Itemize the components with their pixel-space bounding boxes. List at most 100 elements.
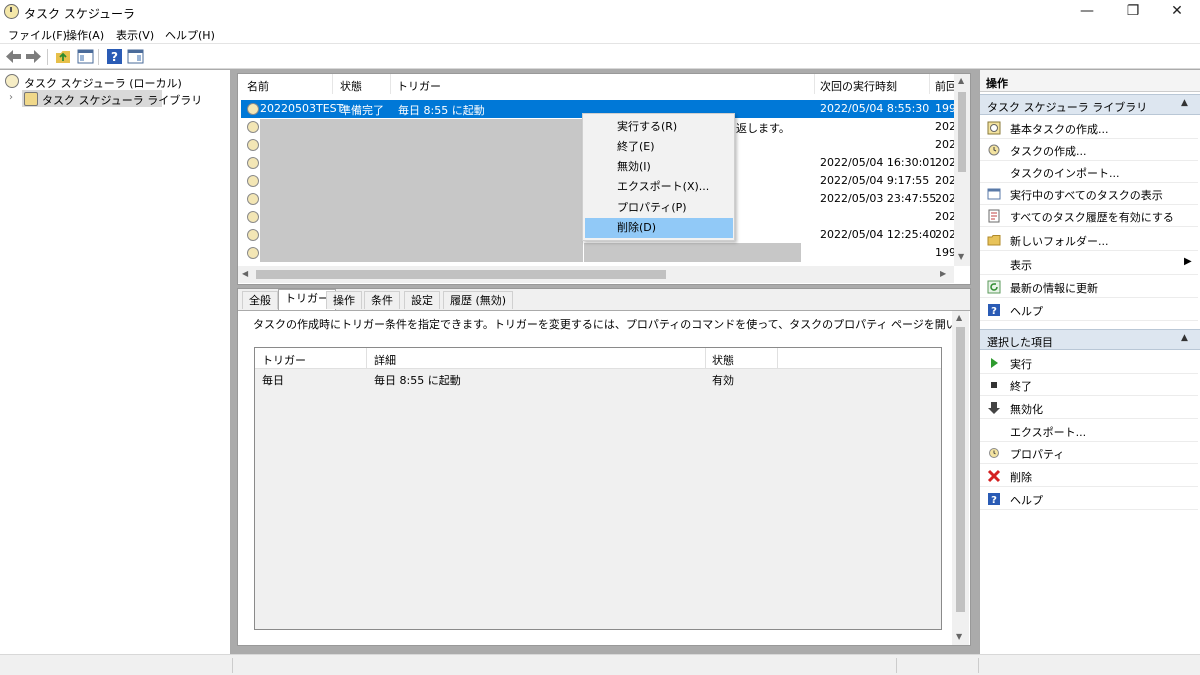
trigger-table: トリガー 詳細 状態 毎日 毎日 8:55 に起動 有効 (254, 347, 942, 630)
trigger-column-header[interactable]: トリガー (262, 352, 306, 368)
menu-file[interactable]: ファイル(F) (8, 27, 67, 43)
action-new-folder[interactable]: 新しいフォルダー... (980, 229, 1198, 251)
actions-section-library[interactable]: タスク スケジューラ ライブラリ ▲ (980, 94, 1200, 115)
action-label: 最新の情報に更新 (1010, 282, 1098, 295)
task-trigger-fragment: 返します。 (736, 122, 790, 135)
action-properties[interactable]: プロパティ (980, 442, 1198, 464)
trigger-status: 有効 (712, 374, 734, 387)
scrollbar-thumb[interactable] (958, 92, 966, 172)
window-title: タスク スケジューラ (24, 7, 135, 21)
clock-icon (247, 121, 259, 133)
redacted-area (584, 243, 801, 262)
task-status: 準備完了 (340, 104, 384, 117)
minimize-button[interactable]: — (1064, 0, 1110, 24)
context-delete[interactable]: 削除(D) (585, 218, 733, 238)
tab-conditions[interactable]: 条件 (364, 291, 400, 309)
context-export[interactable]: エクスポート(X)... (585, 177, 733, 197)
collapse-icon[interactable]: ▲ (1181, 333, 1188, 343)
task-next-run: 2022/05/04 9:17:55 (820, 174, 930, 187)
new-folder-icon (987, 235, 1001, 246)
scroll-up-icon[interactable]: ▲ (956, 313, 962, 322)
help-icon: ? (988, 304, 1000, 317)
scroll-left-icon[interactable]: ◀ (242, 269, 248, 278)
task-trigger: 毎日 8:55 に起動 (398, 104, 485, 117)
action-end[interactable]: 終了 (980, 374, 1198, 396)
properties-clock-icon (989, 448, 999, 458)
stop-icon (991, 382, 997, 388)
column-header-trigger[interactable]: トリガー (397, 78, 441, 94)
collapse-icon[interactable]: ▲ (1181, 98, 1188, 108)
basic-task-icon (987, 121, 1001, 135)
action-import-task[interactable]: タスクのインポート... (980, 161, 1198, 183)
list-horizontal-scrollbar[interactable]: ◀ ▶ (238, 266, 954, 283)
context-disable[interactable]: 無効(I) (585, 157, 733, 177)
clock-icon (247, 247, 259, 259)
list-vertical-scrollbar[interactable]: ▲ ▼ (954, 74, 970, 266)
help-icon[interactable]: ? (106, 48, 123, 65)
action-refresh[interactable]: 最新の情報に更新 (980, 276, 1198, 298)
action-create-basic-task[interactable]: 基本タスクの作成... (980, 117, 1198, 139)
tab-settings[interactable]: 設定 (404, 291, 440, 309)
action-disable[interactable]: 無効化 (980, 397, 1198, 419)
task-detail-pane: 全般 トリガー 操作 条件 設定 履歴 (無効) タスクの作成時にトリガー条件を… (237, 288, 971, 646)
clock-icon (247, 157, 259, 169)
detail-column-header[interactable]: 詳細 (374, 352, 396, 368)
context-properties[interactable]: プロパティ(P) (585, 198, 733, 218)
task-next-run: 2022/05/03 23:47:55 (820, 192, 937, 205)
status-column-header[interactable]: 状態 (712, 352, 734, 368)
create-task-icon (988, 144, 1000, 156)
tree-root-label[interactable]: タスク スケジューラ (ローカル) (24, 75, 182, 91)
action-label: 基本タスクの作成... (1010, 123, 1109, 136)
menu-action[interactable]: 操作(A) (66, 27, 104, 43)
action-enable-task-history[interactable]: すべてのタスク履歴を有効にする (980, 205, 1198, 227)
tab-actions[interactable]: 操作 (326, 291, 362, 309)
show-hide-action-pane-icon[interactable] (127, 48, 144, 65)
action-label: 実行 (1010, 358, 1032, 371)
expand-chevron-icon[interactable]: › (9, 92, 13, 103)
scrollbar-thumb[interactable] (956, 327, 965, 612)
refresh-icon (987, 280, 1001, 294)
action-view[interactable]: 表示 ▶ (980, 253, 1198, 275)
tab-general[interactable]: 全般 (242, 291, 278, 309)
column-header-name[interactable]: 名前 (247, 78, 269, 94)
column-header-status[interactable]: 状態 (340, 78, 362, 94)
action-help-selected[interactable]: ? ヘルプ (980, 488, 1198, 510)
maximize-button[interactable]: ❐ (1110, 0, 1156, 24)
context-menu: 実行する(R) 終了(E) 無効(I) エクスポート(X)... プロパティ(P… (582, 113, 735, 241)
scrollbar-thumb[interactable] (256, 270, 666, 279)
status-bar (0, 654, 1200, 675)
tree-library-label[interactable]: タスク スケジューラ ライブラリ (42, 92, 202, 108)
action-help[interactable]: ? ヘルプ (980, 299, 1198, 321)
action-display-running-tasks[interactable]: 実行中のすべてのタスクの表示 (980, 183, 1198, 205)
detail-vertical-scrollbar[interactable]: ▲ ▼ (952, 311, 969, 645)
submenu-arrow-icon: ▶ (1184, 256, 1192, 267)
column-header-next-run[interactable]: 次回の実行時刻 (820, 78, 897, 94)
context-end[interactable]: 終了(E) (585, 137, 733, 157)
close-button[interactable]: ✕ (1154, 0, 1200, 24)
scroll-down-icon[interactable]: ▼ (958, 252, 964, 261)
toolbar: ? (0, 43, 1200, 69)
tab-history[interactable]: 履歴 (無効) (443, 291, 514, 309)
scroll-down-icon[interactable]: ▼ (956, 632, 962, 641)
menu-help[interactable]: ヘルプ(H) (165, 27, 215, 43)
section-title: タスク スケジューラ ライブラリ (987, 101, 1148, 114)
action-run[interactable]: 実行 (980, 352, 1198, 374)
clock-icon (247, 175, 259, 187)
show-hide-console-tree-icon[interactable] (77, 48, 94, 65)
action-delete[interactable]: 削除 (980, 465, 1198, 487)
folder-up-icon[interactable] (55, 48, 72, 65)
action-label: 表示 (1010, 259, 1032, 272)
actions-section-selected[interactable]: 選択した項目 ▲ (980, 329, 1200, 350)
scroll-right-icon[interactable]: ▶ (940, 269, 946, 278)
help-icon: ? (988, 493, 1000, 506)
scroll-up-icon[interactable]: ▲ (958, 76, 964, 85)
menu-view[interactable]: 表示(V) (116, 27, 154, 43)
trigger-row[interactable]: 毎日 毎日 8:55 に起動 有効 (255, 369, 941, 388)
title-bar: タスク スケジューラ — ❐ ✕ (0, 0, 1200, 24)
action-create-task[interactable]: タスクの作成... (980, 139, 1198, 161)
forward-arrow-icon[interactable] (25, 48, 42, 65)
action-label: ヘルプ (1010, 305, 1043, 318)
context-run[interactable]: 実行する(R) (585, 117, 733, 137)
back-arrow-icon[interactable] (5, 48, 22, 65)
action-export[interactable]: エクスポート... (980, 420, 1198, 442)
